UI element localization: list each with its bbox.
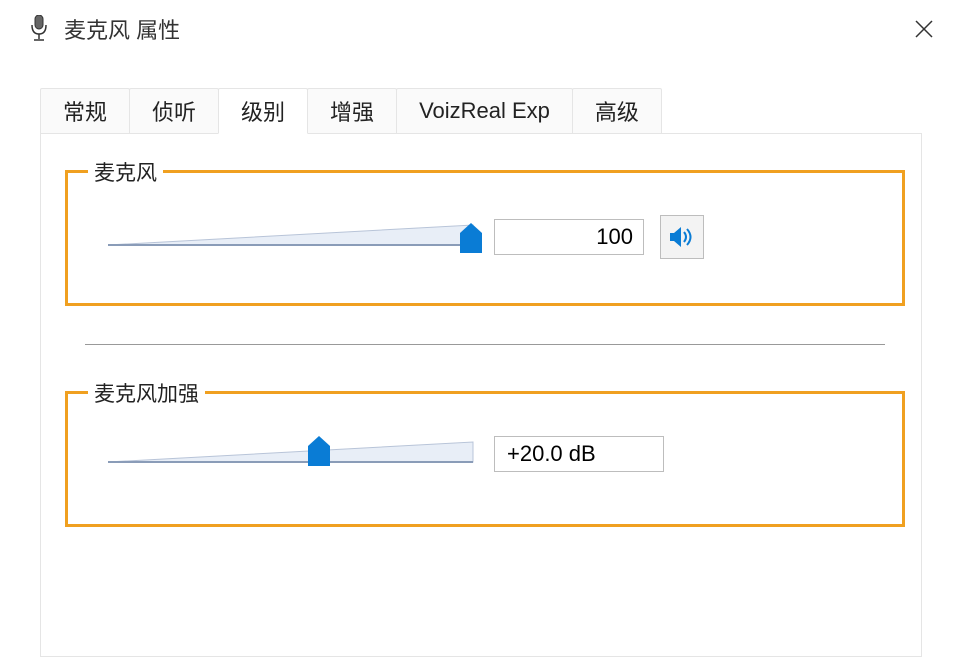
mute-button[interactable] xyxy=(660,215,704,259)
tab-listen[interactable]: 侦听 xyxy=(129,88,219,134)
microphone-volume-value[interactable]: 100 xyxy=(494,219,644,255)
microphone-slider-row: 100 xyxy=(108,215,882,259)
tab-levels[interactable]: 级别 xyxy=(218,88,308,134)
boost-slider-row: +20.0 dB xyxy=(108,436,882,472)
tab-content-levels: 麦克风 100 xyxy=(40,133,922,657)
speaker-icon xyxy=(669,226,695,248)
close-icon xyxy=(915,20,933,38)
tab-strip: 常规 侦听 级别 增强 VoizReal Exp 高级 xyxy=(40,86,962,134)
tab-general[interactable]: 常规 xyxy=(40,88,130,134)
microphone-label: 麦克风 xyxy=(88,157,163,187)
group-border-extension xyxy=(902,189,932,287)
microphone-boost-value: +20.0 dB xyxy=(494,436,664,472)
boost-label: 麦克风加强 xyxy=(88,378,205,408)
divider xyxy=(85,344,885,345)
tab-enhance[interactable]: 增强 xyxy=(307,88,397,134)
titlebar: 麦克风 属性 xyxy=(0,0,962,58)
volume-slider-thumb[interactable] xyxy=(460,219,482,251)
microphone-volume-slider[interactable] xyxy=(108,219,478,255)
microphone-boost-slider[interactable] xyxy=(108,436,478,472)
tab-advanced[interactable]: 高级 xyxy=(572,88,662,134)
tab-voizreal[interactable]: VoizReal Exp xyxy=(396,88,573,134)
microphone-volume-group: 麦克风 100 xyxy=(65,170,905,306)
microphone-icon xyxy=(28,14,50,44)
window-title: 麦克风 属性 xyxy=(64,13,180,45)
microphone-boost-group: 麦克风加强 +20.0 dB xyxy=(65,391,905,527)
properties-window: 麦克风 属性 常规 侦听 级别 增强 VoizReal Exp 高级 麦克风 xyxy=(0,0,962,654)
boost-slider-thumb[interactable] xyxy=(308,436,330,468)
close-button[interactable] xyxy=(904,9,944,49)
title-left: 麦克风 属性 xyxy=(28,13,180,45)
